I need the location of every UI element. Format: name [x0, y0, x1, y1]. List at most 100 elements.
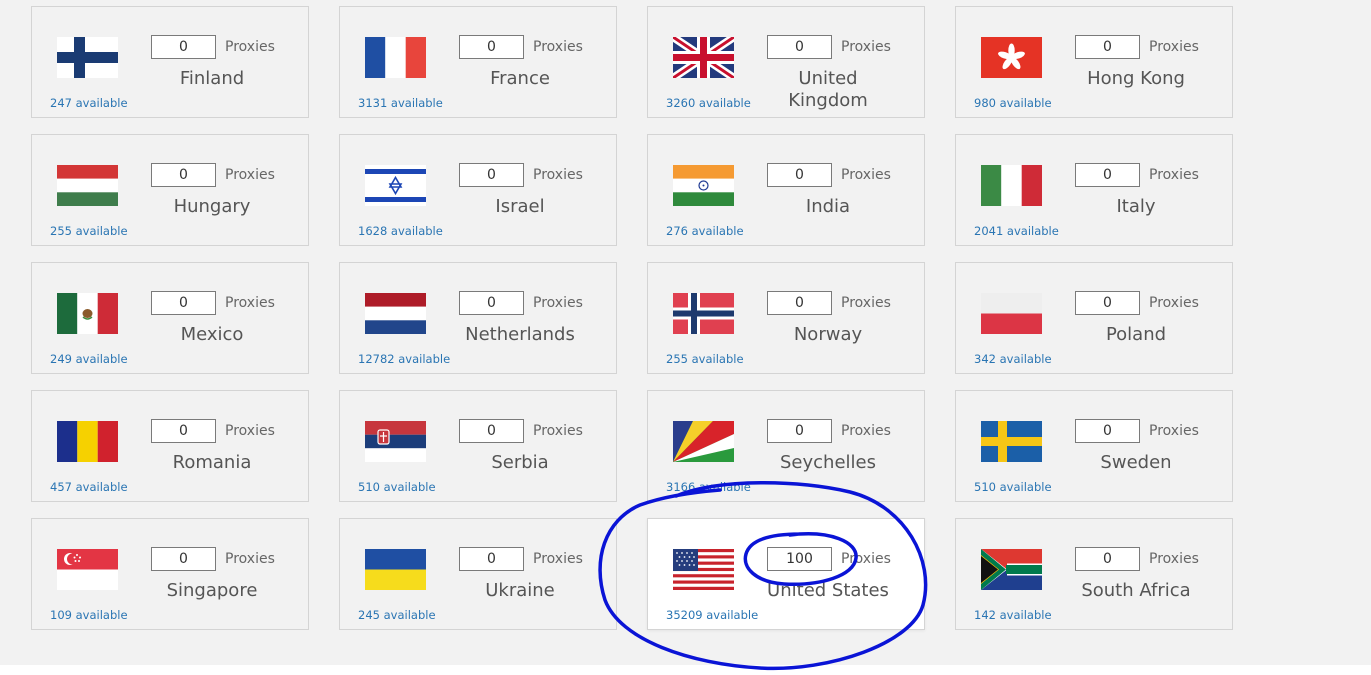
netherlands-flag-icon	[365, 293, 426, 334]
proxy-quantity-input[interactable]	[459, 163, 524, 187]
country-name: Hong Kong	[1087, 68, 1185, 89]
romania-flag-icon	[57, 421, 118, 462]
poland-flag-icon	[981, 293, 1042, 334]
proxy-quantity-input[interactable]	[767, 291, 832, 315]
available-count-link[interactable]: 109 available	[50, 608, 128, 622]
proxies-unit-label: Proxies	[841, 551, 891, 567]
country-card-united-states: Proxies United States 35209 available	[647, 518, 925, 630]
proxy-quantity-input[interactable]	[151, 291, 216, 315]
country-name: Netherlands	[465, 324, 575, 345]
country-card-south-africa: Proxies South Africa 142 available	[955, 518, 1233, 630]
proxy-quantity-input[interactable]	[767, 419, 832, 443]
proxies-unit-label: Proxies	[841, 423, 891, 439]
country-name: Italy	[1116, 196, 1156, 217]
italy-flag-icon	[981, 165, 1042, 206]
country-card-singapore: Proxies Singapore 109 available	[31, 518, 309, 630]
available-count-link[interactable]: 1628 available	[358, 224, 443, 238]
proxy-quantity-input[interactable]	[767, 163, 832, 187]
country-name: Finland	[179, 68, 245, 89]
united-states-flag-icon	[673, 549, 734, 590]
country-card-romania: Proxies Romania 457 available	[31, 390, 309, 502]
proxy-quantity-input[interactable]	[151, 35, 216, 59]
available-count-link[interactable]: 342 available	[974, 352, 1052, 366]
proxy-quantity-input[interactable]	[151, 547, 216, 571]
proxy-quantity-input[interactable]	[1075, 291, 1140, 315]
singapore-flag-icon	[57, 549, 118, 590]
available-count-link[interactable]: 255 available	[666, 352, 744, 366]
proxies-unit-label: Proxies	[225, 295, 275, 311]
country-card-sweden: Proxies Sweden 510 available	[955, 390, 1233, 502]
country-name: United Kingdom	[788, 68, 868, 111]
norway-flag-icon	[673, 293, 734, 334]
hungary-flag-icon	[57, 165, 118, 206]
country-card-netherlands: Proxies Netherlands 12782 available	[339, 262, 617, 374]
proxies-unit-label: Proxies	[225, 551, 275, 567]
country-card-hungary: Proxies Hungary 255 available	[31, 134, 309, 246]
country-card-united-kingdom: Proxies United Kingdom 3260 available	[647, 6, 925, 118]
proxy-quantity-input[interactable]	[767, 35, 832, 59]
united-kingdom-flag-icon	[673, 37, 734, 78]
proxies-unit-label: Proxies	[225, 39, 275, 55]
country-name: Singapore	[166, 580, 258, 601]
proxies-unit-label: Proxies	[841, 167, 891, 183]
finland-flag-icon	[57, 37, 118, 78]
proxy-quantity-input[interactable]	[151, 419, 216, 443]
country-card-finland: Proxies Finland 247 available	[31, 6, 309, 118]
proxies-unit-label: Proxies	[533, 167, 583, 183]
available-count-link[interactable]: 457 available	[50, 480, 128, 494]
available-count-link[interactable]: 12782 available	[358, 352, 450, 366]
proxy-quantity-input[interactable]	[1075, 163, 1140, 187]
available-count-link[interactable]: 142 available	[974, 608, 1052, 622]
available-count-link[interactable]: 255 available	[50, 224, 128, 238]
available-count-link[interactable]: 510 available	[974, 480, 1052, 494]
proxies-unit-label: Proxies	[1149, 423, 1199, 439]
sweden-flag-icon	[981, 421, 1042, 462]
country-name: Hungary	[173, 196, 251, 217]
available-count-link[interactable]: 245 available	[358, 608, 436, 622]
country-name: United States	[767, 580, 889, 601]
country-card-hong-kong: Proxies Hong Kong 980 available	[955, 6, 1233, 118]
proxy-quantity-input[interactable]	[1075, 35, 1140, 59]
country-card-israel: Proxies Israel 1628 available	[339, 134, 617, 246]
proxies-unit-label: Proxies	[1149, 167, 1199, 183]
country-card-serbia: Proxies Serbia 510 available	[339, 390, 617, 502]
available-count-link[interactable]: 3260 available	[666, 96, 751, 110]
proxy-quantity-input[interactable]	[459, 547, 524, 571]
available-count-link[interactable]: 249 available	[50, 352, 128, 366]
proxy-quantity-input[interactable]	[1075, 419, 1140, 443]
country-name: Sweden	[1100, 452, 1172, 473]
proxies-unit-label: Proxies	[841, 295, 891, 311]
proxy-quantity-input[interactable]	[459, 35, 524, 59]
france-flag-icon	[365, 37, 426, 78]
country-card-poland: Proxies Poland 342 available	[955, 262, 1233, 374]
proxies-unit-label: Proxies	[225, 423, 275, 439]
country-card-italy: Proxies Italy 2041 available	[955, 134, 1233, 246]
proxy-quantity-input[interactable]	[459, 291, 524, 315]
available-count-link[interactable]: 3166 available	[666, 480, 751, 494]
available-count-link[interactable]: 3131 available	[358, 96, 443, 110]
proxy-quantity-input[interactable]	[1075, 547, 1140, 571]
country-name: Ukraine	[485, 580, 555, 601]
available-count-link[interactable]: 35209 available	[666, 608, 758, 622]
mexico-flag-icon	[57, 293, 118, 334]
country-name: India	[805, 196, 851, 217]
ukraine-flag-icon	[365, 549, 426, 590]
seychelles-flag-icon	[673, 421, 734, 462]
hong-kong-flag-icon	[981, 37, 1042, 78]
country-name: France	[490, 68, 550, 89]
proxy-quantity-input[interactable]	[767, 547, 832, 571]
country-name: South Africa	[1081, 580, 1191, 601]
proxy-quantity-input[interactable]	[459, 419, 524, 443]
south-africa-flag-icon	[981, 549, 1042, 590]
india-flag-icon	[673, 165, 734, 206]
proxies-unit-label: Proxies	[1149, 295, 1199, 311]
country-name: Israel	[495, 196, 545, 217]
available-count-link[interactable]: 980 available	[974, 96, 1052, 110]
available-count-link[interactable]: 510 available	[358, 480, 436, 494]
available-count-link[interactable]: 276 available	[666, 224, 744, 238]
proxy-quantity-input[interactable]	[151, 163, 216, 187]
country-card-norway: Proxies Norway 255 available	[647, 262, 925, 374]
available-count-link[interactable]: 247 available	[50, 96, 128, 110]
available-count-link[interactable]: 2041 available	[974, 224, 1059, 238]
israel-flag-icon	[365, 165, 426, 206]
